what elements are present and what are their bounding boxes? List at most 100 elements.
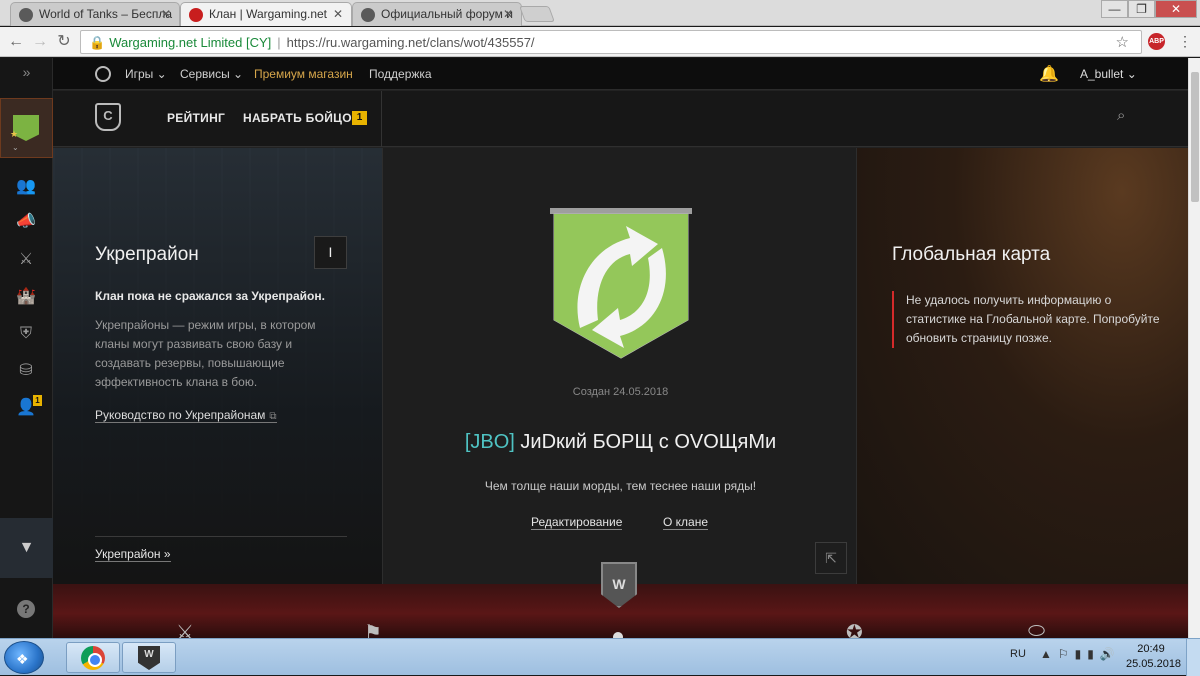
taskbar-chrome[interactable]	[66, 642, 120, 673]
clan-name-text: JиDкий БОРЩ с OVOЩяMи	[520, 431, 777, 453]
clan-tag: [JBO]	[464, 431, 515, 453]
tab-clan-wargaming[interactable]: Клан | Wargaming.net ✕	[180, 2, 352, 26]
close-icon[interactable]: ✕	[333, 7, 343, 21]
sidebar-clan-emblem[interactable]: ★ ⌄	[0, 98, 53, 158]
windows-logo-icon: ❖	[16, 651, 29, 667]
wargaming-logo-icon[interactable]	[95, 66, 111, 82]
taskbar-wot[interactable]: W	[122, 642, 176, 673]
site-identity: Wargaming.net Limited [CY]	[109, 35, 272, 50]
stronghold-level-button[interactable]: I	[314, 236, 347, 269]
bookmark-star-icon[interactable]: ☆	[1116, 33, 1129, 51]
commander-star-icon: ★	[10, 129, 19, 139]
address-bar[interactable]: 🔒 Wargaming.net Limited [CY] | https://ru.w…	[80, 30, 1142, 54]
browser-menu-icon[interactable]: ⋮	[1178, 33, 1192, 50]
tab-forum[interactable]: Официальный форум и ✕	[352, 2, 522, 26]
treasury-icon[interactable]: ⛁	[15, 360, 37, 382]
recruit-icon[interactable]: 📣	[15, 211, 37, 233]
clan-info-panel: Создан 24.05.2018 [JBO] JиDкий БОРЩ с OV…	[382, 148, 857, 584]
global-map-panel: Глобальная карта Не удалось получить инф…	[857, 148, 1188, 584]
bottom-decoration-strip: W ⚔ ⚑ ✪ ⬭	[53, 562, 1188, 638]
invite-badge: 1	[33, 395, 42, 406]
bell-icon[interactable]: 🔔	[1039, 64, 1059, 84]
expand-corner-icon[interactable]: ⇱	[815, 542, 847, 574]
star-icon: ✪	[846, 622, 863, 638]
url-text: https://ru.wargaming.net/clans/wot/43555…	[286, 35, 535, 50]
crossed-swords-icon: ⚔	[176, 622, 194, 638]
nav-premium-shop[interactable]: Премиум магазин	[254, 67, 353, 81]
wargaming-tab-icon	[189, 8, 203, 22]
clan-created-date: Создан 24.05.2018	[572, 386, 669, 398]
battles-icon[interactable]: ⚔	[15, 249, 37, 271]
wot-shield-icon: W	[601, 562, 637, 608]
global-map-error-message: Не удалось получить информацию о статист…	[892, 291, 1162, 348]
back-icon[interactable]: ←	[6, 32, 26, 52]
clan-header-bar: C РЕЙТИНГ НАБРАТЬ БОЙЦОВ 1 ⌕	[53, 91, 1188, 147]
system-tray-icons[interactable]: ▲⚐▮▮🔊	[1040, 647, 1121, 661]
tab-recruit[interactable]: НАБРАТЬ БОЙЦОВ	[243, 111, 361, 125]
close-icon[interactable]: ✕	[503, 7, 513, 21]
shell-icon: ⬭	[1028, 620, 1046, 638]
clan-sidebar: » ★ ⌄ 👥 📣 ⚔ 🏰 ⛨ ⛁ 👤 1 ▼ ?	[0, 58, 53, 638]
nav-support[interactable]: Поддержка	[369, 67, 432, 81]
show-desktop-button[interactable]	[1186, 639, 1200, 676]
clan-emblem	[550, 208, 692, 359]
guide-link-label: Руководство по Укрепрайонам	[95, 408, 266, 422]
forward-icon[interactable]: →	[30, 32, 50, 52]
clock-time: 20:49	[1137, 643, 1165, 655]
windows-taskbar: ❖ W RU ▲⚐▮▮🔊 20:49 25.05.2018	[0, 638, 1200, 676]
wot-game-icon[interactable]: ▼	[0, 518, 53, 578]
lock-icon: 🔒	[89, 35, 106, 50]
language-indicator[interactable]: RU	[1010, 648, 1026, 660]
edit-clan-link[interactable]: Редактирование	[531, 515, 623, 530]
close-icon[interactable]: ✕	[161, 7, 171, 21]
clock-date: 25.05.2018	[1126, 658, 1182, 670]
external-link-icon: ⧉	[269, 411, 277, 422]
stronghold-title: Укрепрайон	[95, 244, 199, 265]
nav-services[interactable]: Сервисы ⌄	[180, 67, 243, 81]
reload-icon[interactable]: ↻	[54, 32, 74, 52]
divider	[381, 91, 382, 147]
stronghold-description: Укрепрайоны — режим игры, в котором клан…	[95, 318, 316, 389]
chrome-icon	[81, 646, 105, 670]
adblock-icon[interactable]: ABP	[1148, 33, 1165, 50]
start-button[interactable]: ❖	[4, 641, 44, 674]
divider	[95, 536, 347, 537]
minimize-button[interactable]: —	[1101, 0, 1128, 18]
expand-sidebar-icon[interactable]: »	[0, 64, 53, 80]
stronghold-more-link[interactable]: Укрепрайон »	[95, 547, 171, 562]
global-map-title: Глобальная карта	[892, 244, 1051, 265]
search-icon[interactable]: ⌕	[1117, 107, 1125, 124]
wot-app-icon: W	[138, 646, 160, 670]
clan-motto: Чем толще наши морды, тем теснее наши ря…	[484, 479, 757, 493]
forum-tab-icon	[361, 8, 375, 22]
clan-members-icon[interactable]: 👥	[15, 176, 37, 198]
wargaming-top-nav: Игры ⌄ Сервисы ⌄ Премиум магазин Поддерж…	[53, 58, 1188, 90]
tab-title: Официальный форум и	[381, 7, 513, 21]
clan-shield-icon[interactable]: ⛨	[15, 323, 37, 345]
page-scrollbar[interactable]	[1188, 58, 1200, 638]
clan-name: [JBO] JиDкий БОРЩ с OVOЩяMи	[383, 431, 858, 454]
scrollbar-thumb[interactable]	[1191, 72, 1199, 202]
browser-toolbar: ← → ↻ 🔒 Wargaming.net Limited [CY] | https:…	[0, 27, 1200, 57]
new-tab-button[interactable]	[519, 6, 555, 22]
clans-logo-icon[interactable]: C	[95, 103, 121, 131]
wot-tab-icon	[19, 8, 33, 22]
recruit-count-badge: 1	[352, 111, 367, 125]
browser-tab-strip: World of Tanks – Беспла ✕ Клан | Wargami…	[0, 0, 1200, 26]
user-menu[interactable]: A_bullet ⌄	[1080, 67, 1137, 81]
help-icon[interactable]: ?	[17, 600, 35, 618]
nav-games[interactable]: Игры ⌄	[125, 67, 167, 81]
stronghold-status: Клан пока не сражался за Укрепрайон.	[95, 289, 325, 303]
about-clan-link[interactable]: О клане	[663, 515, 709, 530]
web-page: » ★ ⌄ 👥 📣 ⚔ 🏰 ⛨ ⛁ 👤 1 ▼ ? Игры ⌄ Сервисы…	[0, 58, 1188, 638]
tab-world-of-tanks[interactable]: World of Tanks – Беспла ✕	[10, 2, 180, 26]
clock[interactable]: 20:49 25.05.2018	[1126, 642, 1182, 672]
close-window-button[interactable]: ✕	[1155, 0, 1197, 18]
chevron-down-icon: ⌄	[12, 143, 19, 152]
tab-rating[interactable]: РЕЙТИНГ	[167, 111, 225, 125]
stronghold-icon[interactable]: 🏰	[15, 286, 37, 308]
maximize-button[interactable]: ❐	[1128, 0, 1155, 18]
stronghold-guide-link[interactable]: Руководство по Укрепрайонам ⧉	[95, 408, 277, 423]
tab-title: World of Tanks – Беспла	[39, 7, 172, 21]
flag-icon: ⚑	[364, 622, 382, 638]
